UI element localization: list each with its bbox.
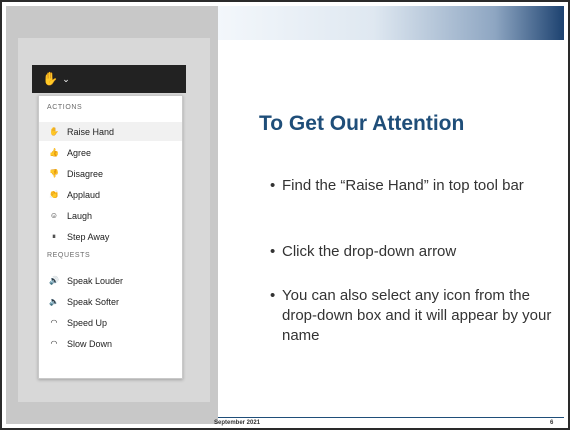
slide-border: [0, 0, 570, 430]
slide: ✋ ⌄ ACTIONS ✋ Raise Hand 👍 Agree 👎 Disag…: [0, 0, 570, 430]
